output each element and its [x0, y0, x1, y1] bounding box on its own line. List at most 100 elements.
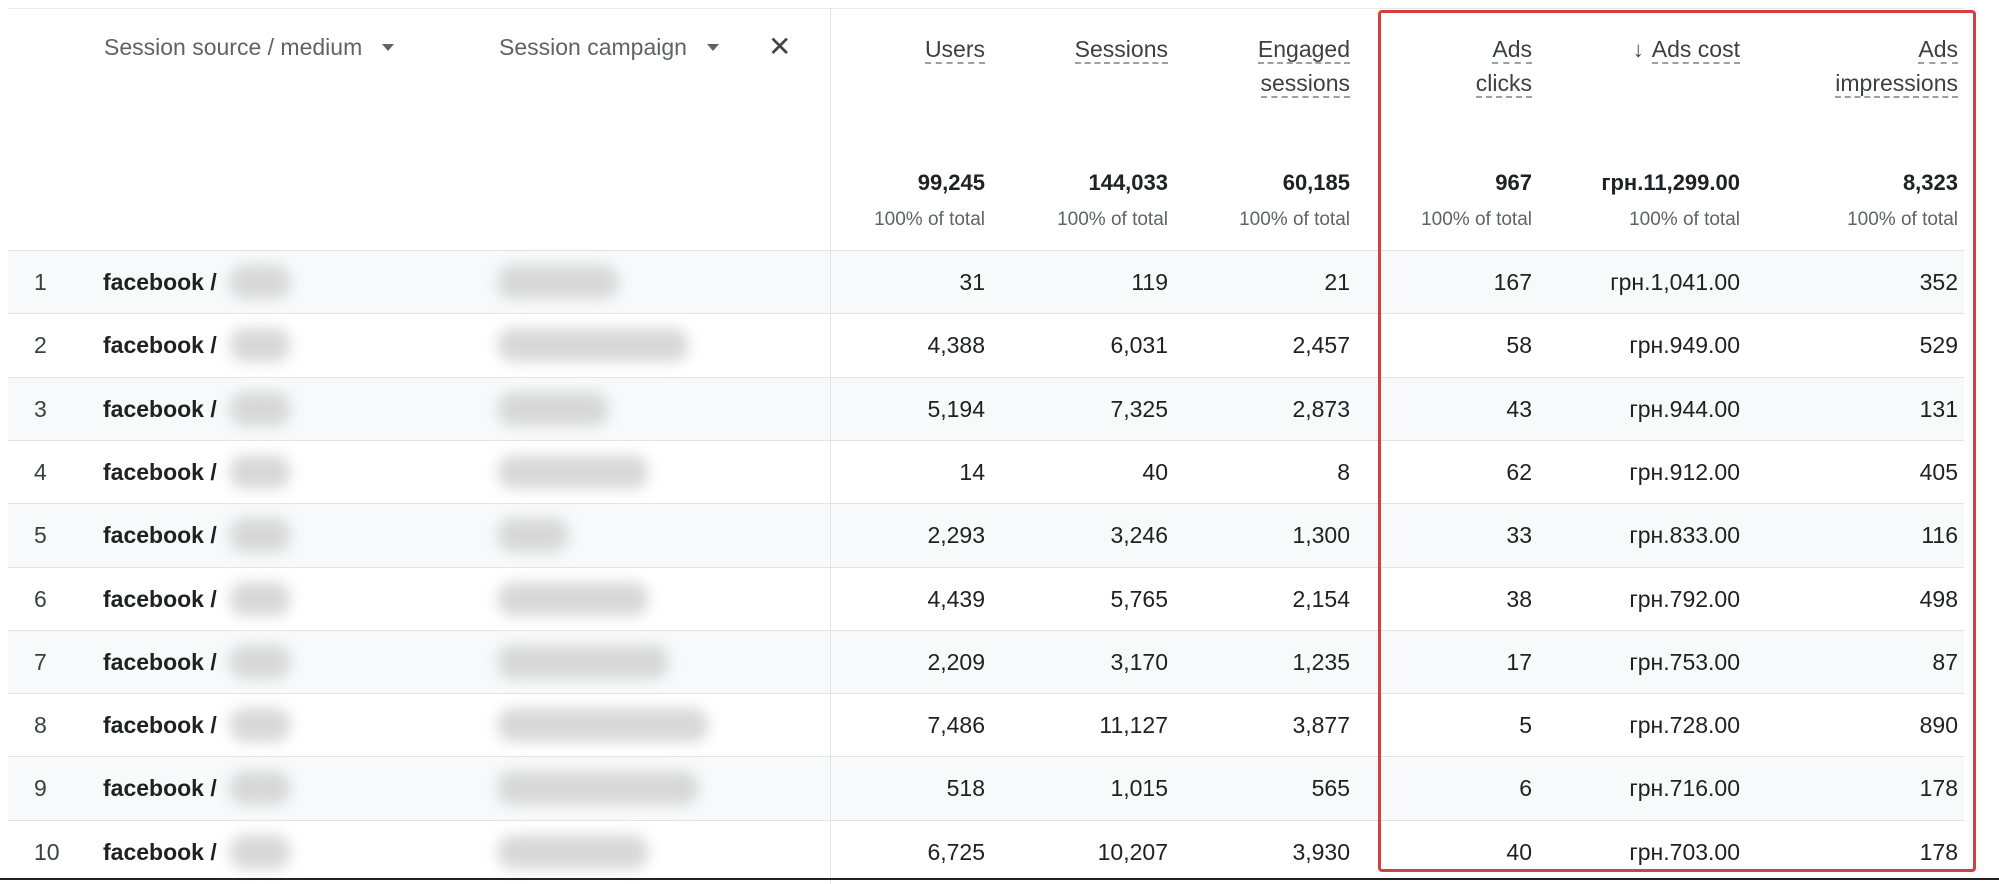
row-index: 7 [34, 648, 47, 675]
cell-ads-impressions: 131 [1919, 395, 1958, 422]
redacted-medium [230, 771, 290, 806]
header-ads-impressions[interactable]: Ads impressions [1738, 32, 1958, 100]
cell-ads-clicks: 17 [1506, 648, 1532, 675]
table-row[interactable]: 9 facebook / 518 1,015 565 6 грн.716.00 178 [8, 756, 1964, 821]
cell-ads-impressions: 87 [1932, 648, 1958, 675]
cell-ads-cost: грн.728.00 [1629, 712, 1740, 739]
cell-ads-impressions: 178 [1919, 775, 1958, 802]
row-index: 1 [34, 269, 47, 295]
cell-ads-cost: грн.792.00 [1629, 585, 1740, 612]
redacted-medium [230, 328, 290, 363]
cell-engaged: 2,873 [1292, 395, 1350, 422]
header-label-line: Ads [1918, 36, 1958, 64]
percent-of-total-ads-clicks: 100% of total [1421, 209, 1532, 230]
row-index: 10 [34, 838, 60, 865]
source-medium-cell[interactable]: facebook / [103, 314, 217, 377]
source-medium-cell[interactable]: facebook / [103, 568, 217, 631]
cell-ads-clicks: 43 [1506, 395, 1532, 422]
source-medium-cell[interactable]: facebook / [103, 631, 217, 694]
cell-ads-impressions: 405 [1919, 458, 1958, 485]
table-row[interactable]: 4 facebook / 14 40 8 62 грн.912.00 405 [8, 439, 1964, 504]
redacted-campaign [498, 771, 698, 806]
table-row[interactable]: 10 facebook / 6,725 10,207 3,930 40 грн.703.00… [8, 819, 1964, 884]
cell-ads-impressions: 498 [1919, 585, 1958, 612]
header-label-line: Ads cost [1651, 36, 1740, 64]
cell-users: 7,486 [927, 712, 985, 739]
total-ads-clicks: 967 [1495, 170, 1532, 195]
row-index: 8 [34, 712, 47, 739]
redacted-campaign [498, 265, 618, 299]
header-sessions[interactable]: Sessions [988, 32, 1168, 66]
cell-ads-cost: грн.949.00 [1629, 332, 1740, 359]
cell-users: 2,209 [927, 648, 985, 675]
cell-ads-impressions: 116 [1921, 522, 1958, 549]
cell-sessions: 5,765 [1110, 585, 1168, 612]
cell-engaged: 3,930 [1292, 838, 1350, 865]
header-label-line: clicks [1475, 70, 1532, 98]
cell-sessions: 6,031 [1110, 332, 1168, 359]
redacted-campaign [498, 328, 688, 363]
source-medium-cell[interactable]: facebook / [103, 378, 217, 441]
bottom-border [0, 878, 1999, 880]
header-ads-cost[interactable]: ↓ Ads cost [1520, 32, 1740, 67]
campaign-dimension-header[interactable]: Session campaign [499, 34, 719, 61]
cell-engaged: 565 [1311, 775, 1350, 802]
source-medium-dimension-header[interactable]: Session source / medium [104, 34, 395, 61]
redacted-medium [230, 265, 290, 299]
row-index: 2 [34, 332, 47, 359]
cell-engaged: 2,154 [1292, 585, 1350, 612]
table-row[interactable]: 3 facebook / 5,194 7,325 2,873 43 грн.944.00 13… [8, 376, 1964, 441]
cell-ads-cost: грн.833.00 [1629, 522, 1740, 549]
header-label-line: Sessions [1074, 36, 1168, 64]
table-top-border [8, 8, 1964, 9]
cell-engaged: 8 [1337, 458, 1350, 485]
percent-of-total-ads-cost: 100% of total [1629, 209, 1740, 230]
cell-ads-cost: грн.944.00 [1629, 395, 1740, 422]
cell-users: 6,725 [927, 838, 985, 865]
source-medium-cell[interactable]: facebook / [103, 251, 217, 314]
header-ads-clicks[interactable]: Ads clicks [1352, 32, 1532, 100]
cell-engaged: 21 [1324, 269, 1350, 295]
cell-users: 4,439 [927, 585, 985, 612]
table-row[interactable]: 7 facebook / 2,209 3,170 1,235 17 грн.753.00 87 [8, 629, 1964, 694]
cell-ads-impressions: 529 [1919, 332, 1958, 359]
table-row[interactable]: 1 facebook / 31 119 21 167 грн.1,041.00 352 [8, 250, 1964, 314]
source-medium-cell[interactable]: facebook / [103, 694, 217, 757]
source-medium-label: Session source / medium [104, 34, 363, 60]
table-row[interactable]: 8 facebook / 7,486 11,127 3,877 5 грн.728.00 89… [8, 693, 1964, 758]
percent-of-total-users: 100% of total [874, 209, 985, 230]
total-users: 99,245 [917, 170, 985, 195]
header-engaged[interactable]: Engaged sessions [1170, 32, 1350, 100]
source-medium-cell[interactable]: facebook / [103, 504, 217, 567]
cell-ads-cost: грн.753.00 [1629, 648, 1740, 675]
row-index: 4 [34, 458, 47, 485]
chevron-down-icon[interactable] [706, 44, 719, 51]
redacted-medium [230, 708, 290, 743]
table-row[interactable]: 6 facebook / 4,439 5,765 2,154 38 грн.792.00 49… [8, 566, 1964, 631]
cell-engaged: 1,235 [1292, 648, 1350, 675]
cell-sessions: 11,127 [1099, 712, 1168, 739]
cell-ads-cost: грн.1,041.00 [1610, 269, 1740, 295]
cell-users: 2,293 [927, 522, 985, 549]
source-medium-cell[interactable]: facebook / [103, 757, 217, 820]
total-sessions: 144,033 [1088, 170, 1168, 195]
cell-users: 14 [959, 458, 985, 485]
header-label-line: sessions [1260, 70, 1350, 98]
cell-engaged: 2,457 [1292, 332, 1350, 359]
redacted-campaign [498, 708, 708, 743]
percent-of-total-ads-impressions: 100% of total [1847, 209, 1958, 230]
cell-sessions: 3,246 [1110, 522, 1168, 549]
redacted-campaign [498, 391, 608, 426]
table-row[interactable]: 5 facebook / 2,293 3,246 1,300 33 грн.833.00 11… [8, 503, 1964, 568]
close-icon[interactable]: ✕ [768, 33, 791, 61]
sort-descending-icon[interactable]: ↓ [1633, 37, 1644, 62]
cell-ads-clicks: 38 [1506, 585, 1532, 612]
chevron-down-icon[interactable] [382, 44, 395, 51]
header-users[interactable]: Users [795, 32, 985, 66]
header-label-line: Users [924, 36, 985, 64]
percent-of-total-engaged: 100% of total [1239, 209, 1350, 230]
source-medium-cell[interactable]: facebook / [103, 821, 217, 884]
table-row[interactable]: 2 facebook / 4,388 6,031 2,457 58 грн.949.00 52… [8, 313, 1964, 378]
header-label-line: impressions [1835, 70, 1958, 98]
source-medium-cell[interactable]: facebook / [103, 441, 217, 504]
